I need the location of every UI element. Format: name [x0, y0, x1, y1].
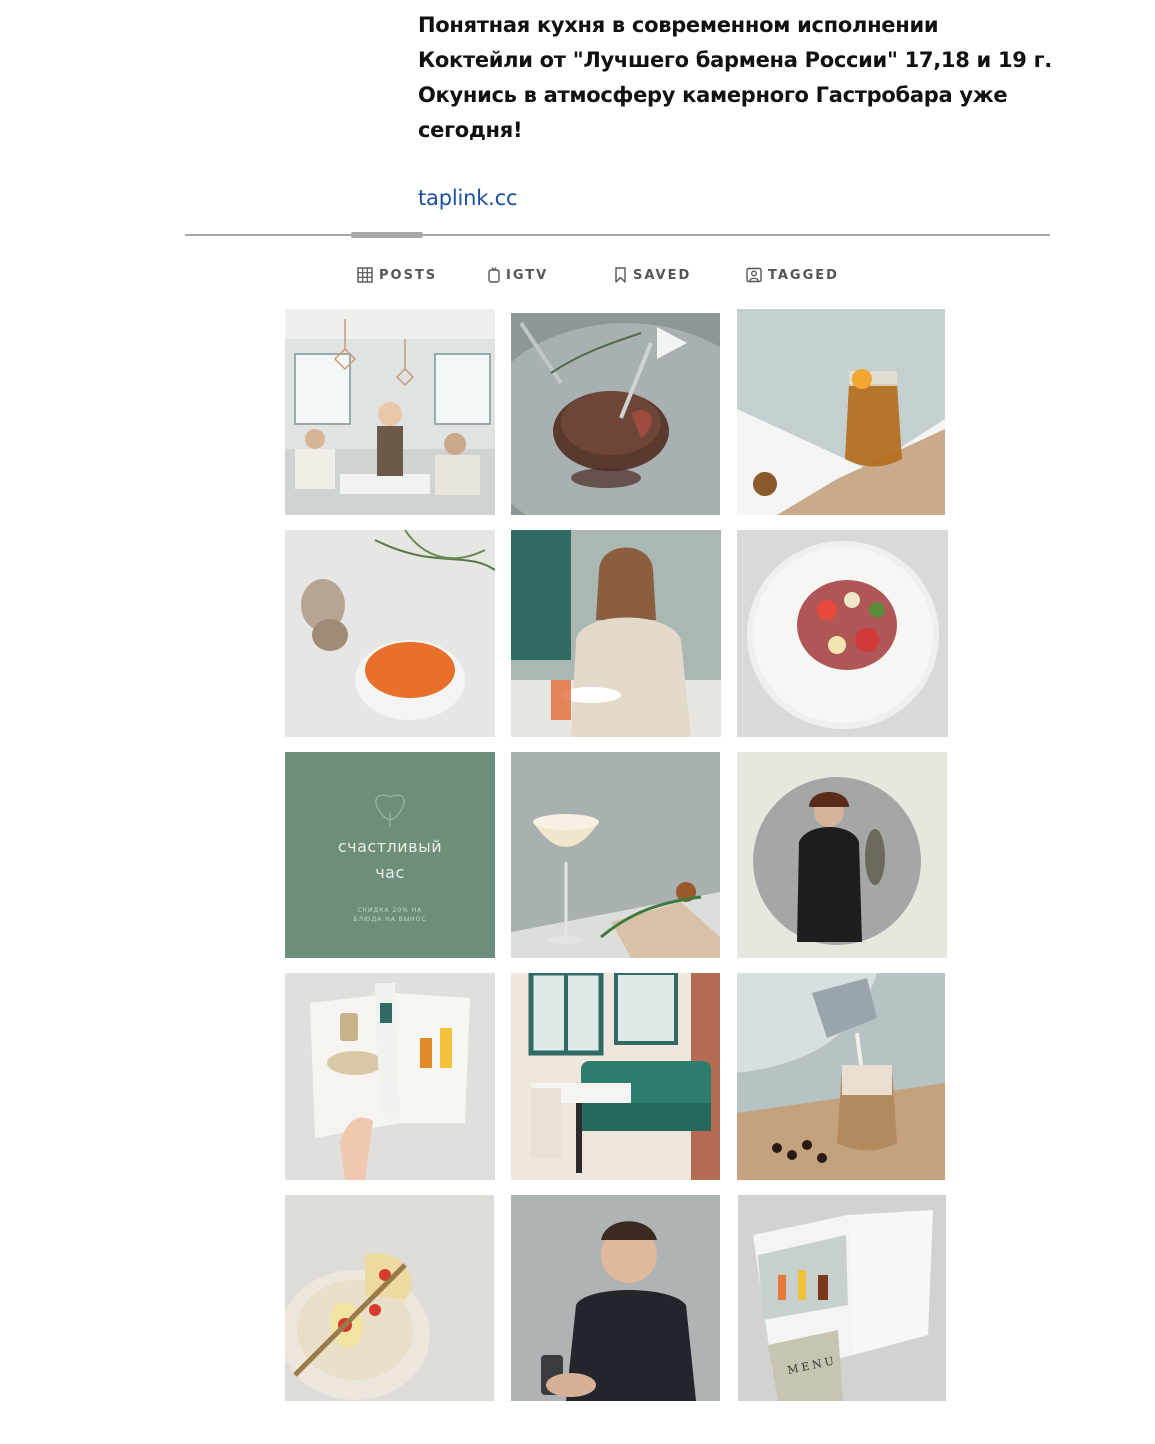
post-thumbnail[interactable] [285, 309, 495, 515]
post-thumbnail[interactable] [737, 309, 945, 515]
tabs-divider [185, 234, 1050, 236]
tagged-icon [746, 267, 762, 283]
tab-label: POSTS [379, 267, 438, 283]
happy-hour-card[interactable]: счастливый час СКИДКА 20% НА БЛЮДА НА ВЫ… [285, 752, 495, 958]
bio-line: сегодня! [418, 118, 523, 142]
grid-icon [357, 267, 373, 283]
profile-link[interactable]: taplink.cc [418, 186, 518, 210]
tab-label: TAGGED [768, 267, 839, 283]
profile-bio: Понятная кухня в современном исполнении … [418, 8, 1058, 148]
post-thumbnail[interactable] [511, 752, 720, 958]
tab-igtv[interactable]: IGTV [488, 262, 548, 288]
tab-posts[interactable]: POSTS [357, 262, 437, 288]
video-play-icon [651, 323, 691, 363]
post-thumbnail[interactable] [737, 752, 947, 958]
tab-saved[interactable]: SAVED [614, 262, 691, 288]
bio-line: Окунись в атмосферу камерного Гастробара… [418, 83, 1008, 107]
post-thumbnail[interactable] [511, 530, 721, 737]
post-thumbnail[interactable] [737, 530, 948, 737]
happy-hour-title: счастливый час [337, 837, 443, 882]
active-tab-indicator [351, 232, 423, 238]
post-thumbnail[interactable] [511, 1195, 720, 1401]
post-thumbnail[interactable]: MENU [738, 1195, 946, 1401]
post-thumbnail[interactable] [511, 973, 720, 1180]
tab-label: IGTV [506, 267, 549, 283]
tab-label: SAVED [633, 267, 692, 283]
bio-line: Понятная кухня в современном исполнении [418, 13, 939, 37]
profile-tabs: POSTS IGTV SAVED TAGGED [0, 262, 1155, 290]
bio-line: Коктейли от "Лучшего бармена России" 17,… [418, 48, 1052, 72]
happy-hour-subtitle: СКИДКА 20% НА БЛЮДА НА ВЫНОС [353, 907, 427, 923]
post-thumbnail[interactable] [285, 1195, 494, 1401]
post-thumbnail[interactable] [737, 973, 945, 1180]
tab-tagged[interactable]: TAGGED [746, 262, 839, 288]
post-thumbnail[interactable] [285, 973, 495, 1180]
bookmark-icon [614, 267, 627, 283]
igtv-icon [488, 267, 500, 283]
post-thumbnail[interactable] [285, 530, 495, 737]
post-thumbnail[interactable] [511, 313, 720, 515]
